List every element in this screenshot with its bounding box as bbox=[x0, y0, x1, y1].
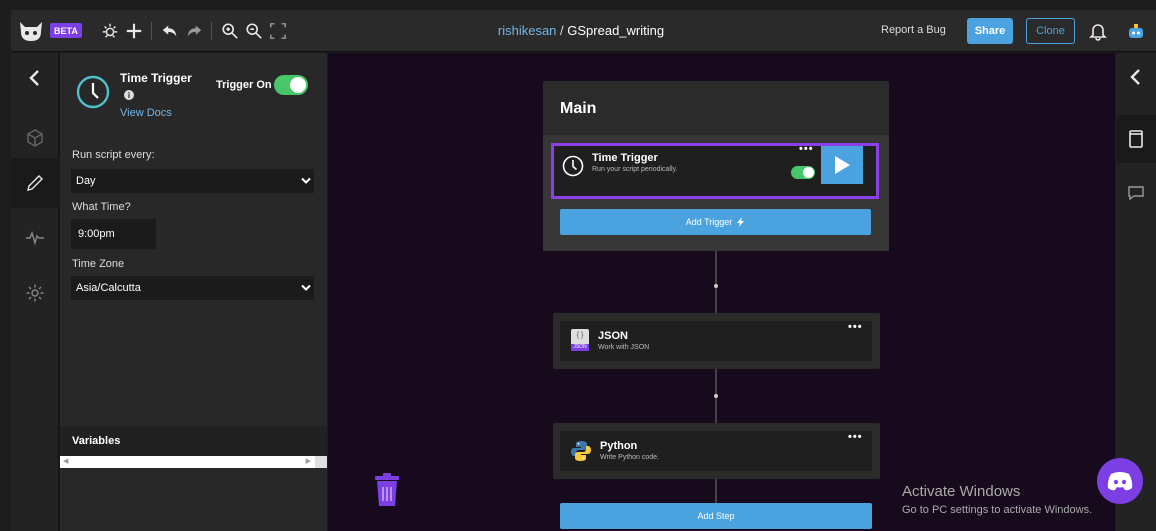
trigger-node-toggle[interactable] bbox=[791, 166, 815, 179]
app-window: BETA rishikesan / GSpread_writing Report… bbox=[11, 10, 1156, 531]
discord-chat-button[interactable] bbox=[1097, 458, 1143, 504]
notebook-icon[interactable] bbox=[1116, 115, 1156, 163]
json-icon-tag: JSON bbox=[571, 344, 589, 351]
variables-body bbox=[60, 468, 327, 531]
zoom-out-icon[interactable] bbox=[243, 20, 265, 42]
trash-icon[interactable] bbox=[373, 473, 401, 507]
fullscreen-icon[interactable] bbox=[267, 20, 289, 42]
trigger-on-toggle[interactable] bbox=[274, 75, 308, 95]
timezone-label: Time Zone bbox=[72, 258, 125, 270]
add-trigger-button[interactable]: Add Trigger bbox=[560, 209, 871, 235]
python-step-card[interactable]: Python Write Python code. ••• bbox=[553, 423, 880, 479]
more-options-icon[interactable]: ••• bbox=[848, 431, 863, 443]
json-icon-glyph: { } bbox=[576, 332, 584, 339]
collapse-left-icon[interactable] bbox=[11, 53, 59, 103]
time-trigger-node[interactable]: Time Trigger Run your script periodicall… bbox=[551, 143, 879, 199]
bell-icon[interactable] bbox=[1087, 20, 1109, 42]
play-icon bbox=[835, 156, 850, 174]
breadcrumb-project[interactable]: GSpread_writing bbox=[567, 23, 664, 38]
edit-icon[interactable] bbox=[11, 158, 59, 208]
view-docs-link[interactable]: View Docs bbox=[120, 107, 172, 119]
run-every-select[interactable]: Day bbox=[71, 169, 314, 193]
collapse-right-icon[interactable] bbox=[1116, 53, 1156, 101]
add-step-button[interactable]: Add Step bbox=[560, 503, 872, 529]
zoom-in-icon[interactable] bbox=[219, 20, 241, 42]
add-trigger-label: Add Trigger bbox=[685, 217, 733, 227]
scroll-left-icon[interactable]: ◀ bbox=[63, 456, 68, 468]
python-step-node[interactable]: Python Write Python code. ••• bbox=[560, 431, 872, 471]
discord-icon bbox=[1107, 472, 1133, 491]
time-input[interactable]: 9:00pm bbox=[71, 219, 156, 249]
json-step-title: JSON bbox=[598, 330, 628, 342]
panel-title: Time Trigger bbox=[120, 71, 192, 85]
info-icon[interactable]: i bbox=[124, 90, 134, 100]
python-icon bbox=[571, 441, 591, 461]
clock-icon bbox=[76, 75, 110, 109]
main-title: Main bbox=[560, 100, 597, 117]
scroll-right-icon[interactable]: ▶ bbox=[306, 456, 311, 468]
debug-icon[interactable] bbox=[99, 20, 121, 42]
json-step-card[interactable]: { } JSON JSON Work with JSON ••• bbox=[553, 313, 880, 369]
logo-icon[interactable] bbox=[17, 18, 45, 44]
clone-button[interactable]: Clone bbox=[1026, 18, 1075, 44]
chevron-down-icon bbox=[298, 169, 314, 193]
run-button[interactable] bbox=[821, 146, 863, 184]
activate-windows-subtitle: Go to PC settings to activate Windows. bbox=[902, 504, 1093, 516]
breadcrumb-separator: / bbox=[556, 23, 568, 38]
bolt-icon bbox=[737, 217, 745, 227]
run-every-label: Run script every: bbox=[72, 149, 155, 161]
comment-icon[interactable] bbox=[1116, 169, 1156, 217]
trigger-config-panel: Time Trigger i View Docs Trigger On Run … bbox=[60, 53, 327, 531]
json-step-node[interactable]: { } JSON JSON Work with JSON ••• bbox=[560, 321, 872, 361]
beta-badge: BETA bbox=[50, 23, 82, 38]
scroll-thumb[interactable] bbox=[315, 456, 327, 468]
more-options-icon[interactable]: ••• bbox=[848, 321, 863, 333]
time-value: 9:00pm bbox=[78, 228, 115, 240]
more-options-icon[interactable]: ••• bbox=[799, 143, 814, 155]
project-breadcrumb: rishikesan / GSpread_writing bbox=[481, 23, 681, 38]
activate-windows-title: Activate Windows bbox=[902, 483, 1021, 500]
timezone-value: Asia/Calcutta bbox=[76, 282, 141, 294]
workflow-canvas[interactable]: Main Time Trigger Run your script period… bbox=[328, 53, 1115, 531]
breadcrumb-user[interactable]: rishikesan bbox=[498, 23, 557, 38]
left-rail bbox=[11, 53, 59, 531]
python-step-title: Python bbox=[600, 440, 638, 452]
top-bar: BETA rishikesan / GSpread_writing Report… bbox=[11, 10, 1156, 52]
cube-icon[interactable] bbox=[11, 113, 59, 163]
undo-icon[interactable] bbox=[159, 20, 181, 42]
json-file-icon: { } JSON bbox=[571, 329, 589, 351]
robot-icon[interactable] bbox=[1125, 20, 1147, 42]
variables-scrollbar[interactable]: ◀ ▶ bbox=[60, 456, 327, 468]
redo-icon[interactable] bbox=[183, 20, 205, 42]
main-trigger-group: Main Time Trigger Run your script period… bbox=[543, 81, 889, 251]
python-step-subtitle: Write Python code. bbox=[600, 454, 660, 461]
trigger-node-subtitle: Run your script periodically. bbox=[592, 166, 678, 173]
chevron-down-icon bbox=[298, 276, 314, 300]
share-button[interactable]: Share bbox=[967, 18, 1013, 44]
trigger-area: Time Trigger Run your script periodicall… bbox=[543, 135, 889, 251]
trigger-on-label: Trigger On bbox=[216, 79, 272, 91]
activity-icon[interactable] bbox=[11, 213, 59, 263]
settings-icon[interactable] bbox=[11, 268, 59, 318]
json-step-subtitle: Work with JSON bbox=[598, 344, 650, 351]
timezone-select[interactable]: Asia/Calcutta bbox=[71, 276, 314, 300]
clock-icon bbox=[562, 155, 584, 177]
add-icon[interactable] bbox=[123, 20, 145, 42]
what-time-label: What Time? bbox=[72, 201, 131, 213]
report-bug-link[interactable]: Report a Bug bbox=[881, 24, 946, 36]
run-every-value: Day bbox=[76, 175, 96, 187]
variables-header[interactable]: Variables bbox=[60, 426, 327, 456]
trigger-node-title: Time Trigger bbox=[592, 152, 658, 164]
